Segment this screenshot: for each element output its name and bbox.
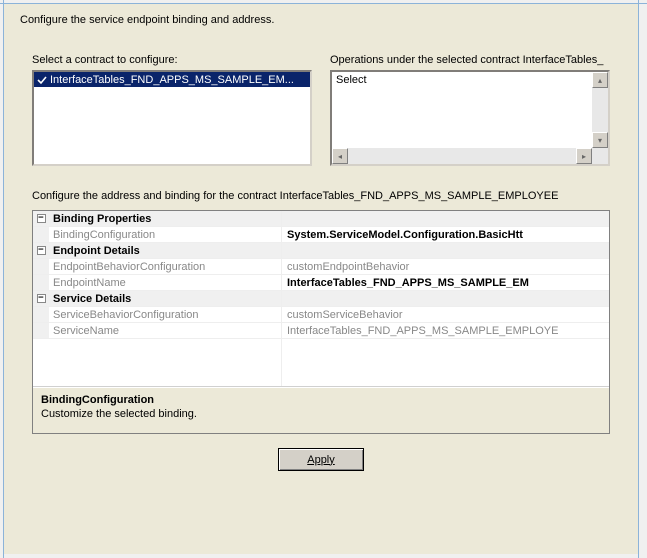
operations-label: Operations under the selected contract I… [330, 54, 610, 66]
collapse-icon[interactable]: − [33, 291, 49, 306]
propgrid-value[interactable]: customEndpointBehavior [281, 259, 609, 274]
page-title: Configure the service endpoint binding a… [14, 12, 628, 36]
contract-list-item-label: InterfaceTables_FND_APPS_MS_SAMPLE_EM... [50, 74, 294, 86]
propgrid-key: BindingConfiguration [49, 227, 281, 242]
propgrid-key: ServiceName [49, 323, 281, 338]
propgrid-key: EndpointName [49, 275, 281, 290]
config-panel: Configure the service endpoint binding a… [4, 4, 638, 554]
operations-list-item[interactable]: Select [336, 74, 588, 86]
propgrid-help-pane: BindingConfiguration Customize the selec… [33, 387, 609, 433]
propgrid-value[interactable]: customServiceBehavior [281, 307, 609, 322]
propgrid-category-label: Endpoint Details [49, 243, 609, 258]
scrollbar-vertical[interactable]: ▴ ▾ [592, 72, 608, 148]
scroll-left-button[interactable]: ◂ [332, 148, 348, 164]
binding-section-label: Configure the address and binding for th… [32, 190, 610, 202]
propgrid-row[interactable]: EndpointBehaviorConfiguration customEndp… [33, 259, 609, 275]
propgrid-value[interactable]: System.ServiceModel.Configuration.BasicH… [281, 227, 609, 242]
propgrid-category[interactable]: − Endpoint Details [33, 243, 609, 259]
scrollbar-corner [592, 148, 608, 164]
collapse-icon[interactable]: − [33, 211, 49, 226]
apply-button[interactable]: Apply [278, 448, 364, 471]
propgrid-row[interactable]: BindingConfiguration System.ServiceModel… [33, 227, 609, 243]
scroll-down-button[interactable]: ▾ [592, 132, 608, 148]
check-icon [36, 74, 48, 86]
propgrid-key: EndpointBehaviorConfiguration [49, 259, 281, 274]
collapse-icon[interactable]: − [33, 243, 49, 258]
propgrid-row[interactable]: ServiceBehaviorConfiguration customServi… [33, 307, 609, 323]
contract-listbox[interactable]: InterfaceTables_FND_APPS_MS_SAMPLE_EM... [32, 70, 312, 166]
propgrid-value[interactable]: InterfaceTables_FND_APPS_MS_SAMPLE_EMPLO… [281, 323, 609, 338]
contract-label: Select a contract to configure: [32, 54, 312, 66]
property-grid: − Binding Properties BindingConfiguratio… [32, 210, 610, 434]
propgrid-category-label: Service Details [49, 291, 609, 306]
propgrid-category[interactable]: − Binding Properties [33, 211, 609, 227]
propgrid-value[interactable]: InterfaceTables_FND_APPS_MS_SAMPLE_EM [281, 275, 609, 290]
propgrid-row[interactable]: EndpointName InterfaceTables_FND_APPS_MS… [33, 275, 609, 291]
propgrid-row[interactable]: ServiceName InterfaceTables_FND_APPS_MS_… [33, 323, 609, 339]
propgrid-help-desc: Customize the selected binding. [41, 408, 601, 420]
propgrid-category-label: Binding Properties [49, 211, 609, 226]
propgrid-category[interactable]: − Service Details [33, 291, 609, 307]
contract-list-item[interactable]: InterfaceTables_FND_APPS_MS_SAMPLE_EM... [34, 72, 310, 87]
operations-listbox[interactable]: Select ▴ ▾ ◂ ▸ [330, 70, 610, 166]
propgrid-key: ServiceBehaviorConfiguration [49, 307, 281, 322]
scroll-right-button[interactable]: ▸ [576, 148, 592, 164]
propgrid-help-title: BindingConfiguration [41, 394, 601, 406]
scroll-up-button[interactable]: ▴ [592, 72, 608, 88]
scrollbar-horizontal[interactable]: ◂ ▸ [332, 148, 592, 164]
